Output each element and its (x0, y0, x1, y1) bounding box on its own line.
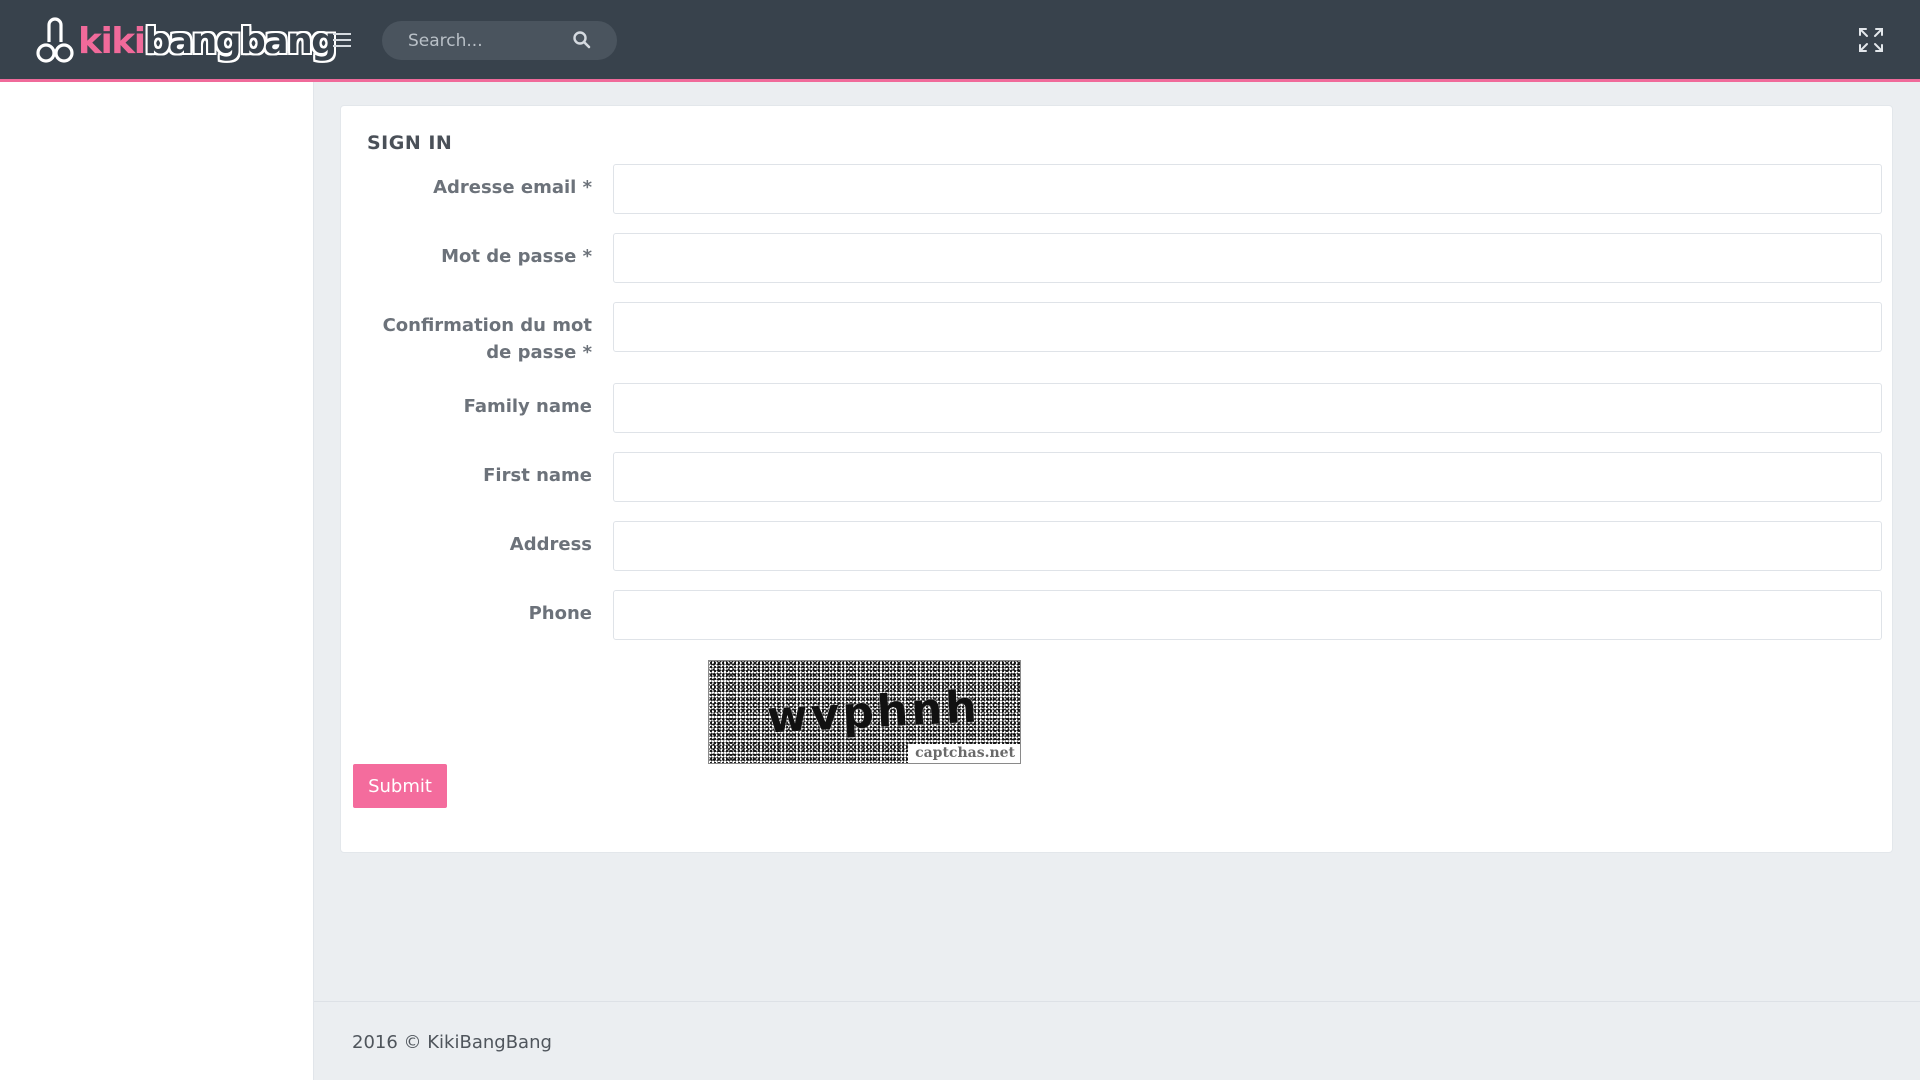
family-name-label: Family name (463, 396, 592, 417)
signin-card: SIGN IN Adresse email * Mot de passe * Con… (340, 105, 1893, 853)
brand-logo[interactable]: kikibangbang (36, 14, 337, 68)
password-confirm-label: Confirmation du mot de passe * (382, 315, 592, 363)
family-name-field[interactable] (613, 383, 1882, 433)
first-name-field[interactable] (613, 452, 1882, 502)
email-field[interactable] (613, 164, 1882, 214)
captcha-brand: captchas.net (908, 744, 1020, 763)
address-label: Address (509, 534, 592, 555)
password-field[interactable] (613, 233, 1882, 283)
captcha-word: wvphnh (765, 681, 982, 744)
brand-text: kikibangbang (78, 20, 337, 62)
top-navbar: kikibangbang (0, 0, 1920, 82)
search-input[interactable] (382, 21, 572, 60)
address-field[interactable] (613, 521, 1882, 571)
password-label: Mot de passe * (441, 246, 592, 267)
page-title: SIGN IN (367, 132, 453, 154)
password-confirm-field[interactable] (613, 302, 1882, 352)
brand-text-bangbang: bangbang (144, 20, 337, 62)
submit-button[interactable]: Submit (353, 764, 447, 808)
phone-field[interactable] (613, 590, 1882, 640)
logo-mark-icon (36, 17, 74, 63)
email-label: Adresse email * (433, 177, 592, 198)
footer-copyright: 2016 © KikiBangBang (352, 1032, 552, 1053)
captcha-image: wvphnh captchas.net (708, 660, 1021, 764)
phone-label: Phone (528, 603, 592, 624)
first-name-label: First name (483, 465, 592, 486)
brand-text-kiki: kiki (78, 20, 146, 62)
expand-icon[interactable] (1858, 27, 1884, 53)
search-icon[interactable] (572, 30, 592, 50)
footer: 2016 © KikiBangBang (314, 1001, 1920, 1080)
sidebar (0, 82, 314, 1080)
hamburger-icon[interactable] (330, 30, 354, 50)
